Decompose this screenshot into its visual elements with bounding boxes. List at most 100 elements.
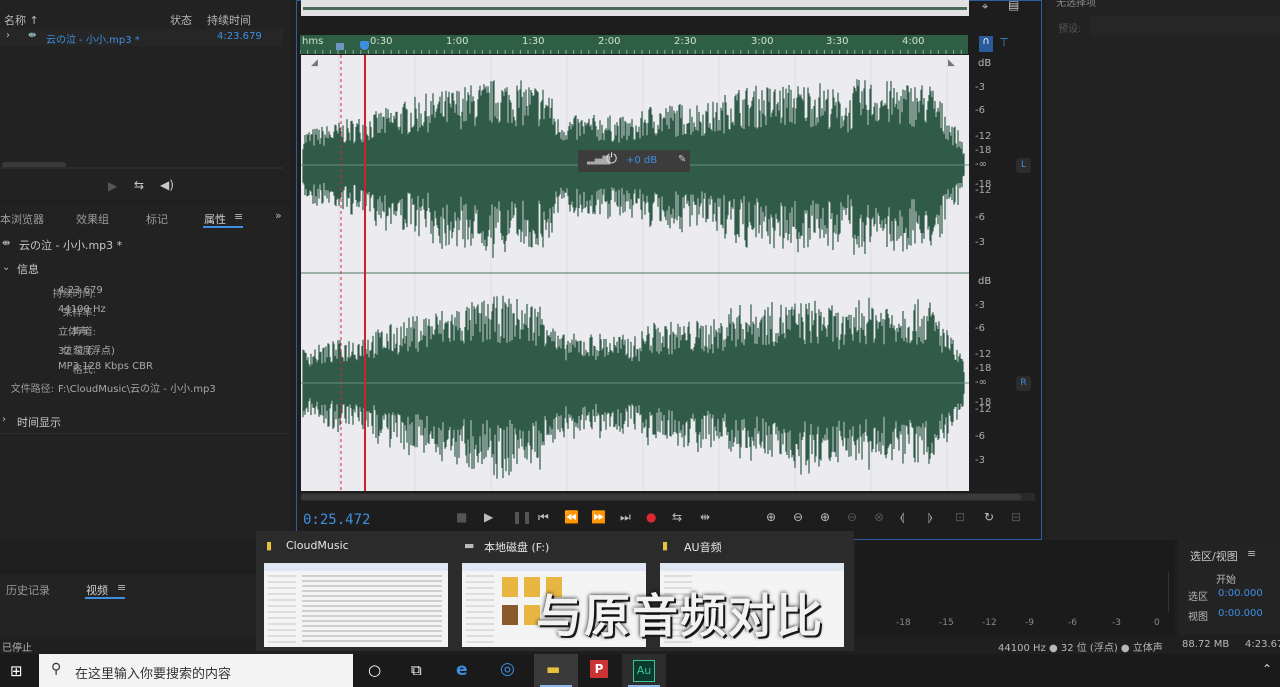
video-subtitle: 与原音频对比 xyxy=(536,589,824,643)
tab-history[interactable]: 历史记录 xyxy=(6,582,50,598)
db-tick-label: -3 xyxy=(975,82,985,93)
db-tick-label: -18 xyxy=(975,145,992,156)
preview-ribbon xyxy=(264,563,448,571)
selection-start-value[interactable]: 0:00.000 xyxy=(1218,588,1263,599)
col-status-header[interactable]: 状态 xyxy=(170,12,192,28)
db-tick-label: -6 xyxy=(975,212,985,223)
view-start-value[interactable]: 0:00.000 xyxy=(1218,608,1263,619)
zoom-in-left-icon[interactable]: ⦉ xyxy=(900,510,904,525)
info-section-title[interactable]: 信息 xyxy=(17,261,39,277)
zoom-in-time-icon[interactable]: ⊕ xyxy=(820,510,830,524)
system-tray-chevron-icon[interactable]: ⌃ xyxy=(1262,662,1272,676)
meter-tick-label: -3 xyxy=(1112,618,1121,628)
loop-icon[interactable]: ⇆ xyxy=(134,178,144,192)
loop-playback-icon[interactable]: ⇆ xyxy=(672,510,682,524)
playhead-handle[interactable] xyxy=(360,41,369,50)
zoom-fit-icon[interactable]: ⊟ xyxy=(1011,510,1021,524)
file-row[interactable]: › ⇼ 云の泣 - 小小.mp3 * 4:23.679 xyxy=(0,29,283,46)
channel-r-toggle[interactable]: R xyxy=(1016,376,1031,391)
hud-gain-value[interactable]: +0 dB xyxy=(626,155,657,166)
more-panels-icon[interactable]: » xyxy=(275,209,282,222)
disk-free-status: 88.72 MB xyxy=(1182,639,1230,650)
panel-menu-icon[interactable]: ≡ xyxy=(234,210,243,223)
selection-start-handle[interactable] xyxy=(336,43,344,50)
properties-panel: 本浏览器 效果组 标记 属性 ≡ » ⇼ 云の泣 - 小小.mp3 * ⌄ 信息… xyxy=(0,205,290,570)
panel-options-icon[interactable]: ▤ xyxy=(1008,0,1019,12)
zoom-out-full-icon[interactable]: ⊗ xyxy=(874,510,884,524)
preset-dropdown[interactable] xyxy=(1090,16,1280,36)
thumbnail-title: CloudMusic xyxy=(286,539,349,552)
audio-format-status: 44100 Hz ● 32 位 (浮点) ● 立体声 xyxy=(998,643,1163,654)
skip-to-end-icon[interactable]: ⏭ xyxy=(620,510,631,525)
speaker-icon[interactable]: ◀) xyxy=(160,178,174,192)
zoom-in-right-icon[interactable]: ⦊ xyxy=(928,510,932,525)
zoom-nav-icon[interactable]: ⌖ xyxy=(982,0,988,14)
panel-menu-icon[interactable]: ≡ xyxy=(117,581,126,594)
time-display[interactable]: 0:25.472 xyxy=(303,512,370,528)
thumbnail-cloudmusic[interactable]: ▮ CloudMusic xyxy=(260,537,450,651)
overview-strip[interactable] xyxy=(301,0,969,16)
properties-file-title: 云の泣 - 小小.mp3 * xyxy=(19,239,123,252)
channel-l-toggle[interactable]: L xyxy=(1016,158,1031,173)
time-display-section[interactable]: 时间显示 xyxy=(17,414,61,430)
zoom-out-time-icon[interactable]: ⊖ xyxy=(847,510,857,524)
play-icon[interactable]: ▶ xyxy=(484,510,493,524)
marker-pin-icon[interactable]: ⊤ xyxy=(997,36,1011,52)
task-view-icon[interactable]: ⧉ xyxy=(411,661,422,679)
zoom-in-amplitude-icon[interactable]: ⊕ xyxy=(766,510,776,524)
pause-icon[interactable]: ❚❚ xyxy=(512,510,532,524)
scrollbar-thumb[interactable] xyxy=(301,494,1021,500)
skip-to-start-icon[interactable]: ⏮ xyxy=(538,510,549,525)
powerpoint-icon[interactable]: P xyxy=(590,660,608,678)
collapse-chevron-icon[interactable]: ⌄ xyxy=(2,262,10,273)
db-tick-label: -12 xyxy=(975,185,992,196)
tab-markers[interactable]: 标记 xyxy=(146,211,168,227)
waveform-scrollbar[interactable] xyxy=(301,493,1035,501)
tab-effects-rack[interactable]: 效果组 xyxy=(76,211,109,227)
db-unit-bottom: dB xyxy=(978,276,992,287)
preview-folder-tile xyxy=(502,605,518,625)
fast-forward-icon[interactable]: ⏩ xyxy=(591,510,606,524)
hud-gain-control[interactable]: ▂▄▆ ⏻ +0 dB ✎ xyxy=(578,150,690,172)
ruler-ticks xyxy=(299,50,962,54)
file-explorer-button[interactable]: ▬ xyxy=(534,654,578,687)
fade-in-handle-icon[interactable]: ◢ xyxy=(311,58,318,68)
tab-video[interactable]: 视频 xyxy=(86,582,108,598)
rewind-icon[interactable]: ⏪ xyxy=(564,510,579,524)
play-preview-icon[interactable]: ▶ xyxy=(108,179,117,193)
waveform-canvas[interactable]: ◢ ◣ ▂▄▆ ⏻ +0 dB ✎ xyxy=(301,55,969,491)
snap-magnet-icon[interactable]: ∩ xyxy=(979,36,993,52)
zoom-selection-icon[interactable]: ⊡ xyxy=(955,510,965,524)
preview-nav-list xyxy=(466,575,494,643)
db-tick-label: -6 xyxy=(975,431,985,442)
stop-icon[interactable]: ■ xyxy=(456,510,467,524)
zoom-reset-icon[interactable]: ↻ xyxy=(984,510,994,524)
info-label: 文件路径: xyxy=(10,384,54,395)
audition-button[interactable]: Au xyxy=(622,654,666,687)
edge-icon[interactable]: e xyxy=(456,660,468,680)
skip-selection-icon[interactable]: ⇹ xyxy=(700,510,710,524)
right-panel: 无选择项 预设: xyxy=(1046,0,1280,540)
expand-chevron-icon[interactable]: › xyxy=(2,414,6,425)
cortana-icon[interactable]: ○ xyxy=(368,661,381,679)
zoom-out-amplitude-icon[interactable]: ⊖ xyxy=(793,510,803,524)
expand-chevron-icon[interactable]: › xyxy=(6,30,10,41)
info-list: 持续时间: 4:23.679 采样率: 44100 Hz 声道: 立体声 位深度… xyxy=(0,279,290,419)
fade-out-handle-icon[interactable]: ◣ xyxy=(948,58,955,68)
tab-properties[interactable]: 属性 xyxy=(204,211,226,227)
tab-media-browser[interactable]: 本浏览器 xyxy=(0,211,44,227)
timeline-ruler[interactable]: hms 0:30 1:00 1:30 2:00 2:30 3:00 3:30 4:00 xyxy=(299,35,968,54)
col-name-header[interactable]: 名称 ↑ xyxy=(4,12,39,28)
info-value: MP3 128 Kbps CBR xyxy=(58,361,153,372)
record-icon[interactable]: ● xyxy=(646,510,656,524)
active-tab-underline xyxy=(85,597,125,599)
preview-file-list xyxy=(302,575,442,643)
files-panel: 名称 ↑ 状态 持续时间 › ⇼ 云の泣 - 小小.mp3 * 4:23.679… xyxy=(0,0,290,200)
windows-start-icon[interactable]: ⊞ xyxy=(10,662,23,680)
taskbar-search-box[interactable]: ⚲ 在这里输入你要搜索的内容 xyxy=(39,654,353,687)
pin-icon[interactable]: ✎ xyxy=(678,154,686,165)
gain-knob-icon[interactable]: ⏻ xyxy=(606,151,617,167)
panel-menu-icon[interactable]: ≡ xyxy=(1247,547,1256,560)
col-duration-header[interactable]: 持续时间 xyxy=(207,12,251,28)
edge-new-icon[interactable]: ◎ xyxy=(500,659,515,679)
